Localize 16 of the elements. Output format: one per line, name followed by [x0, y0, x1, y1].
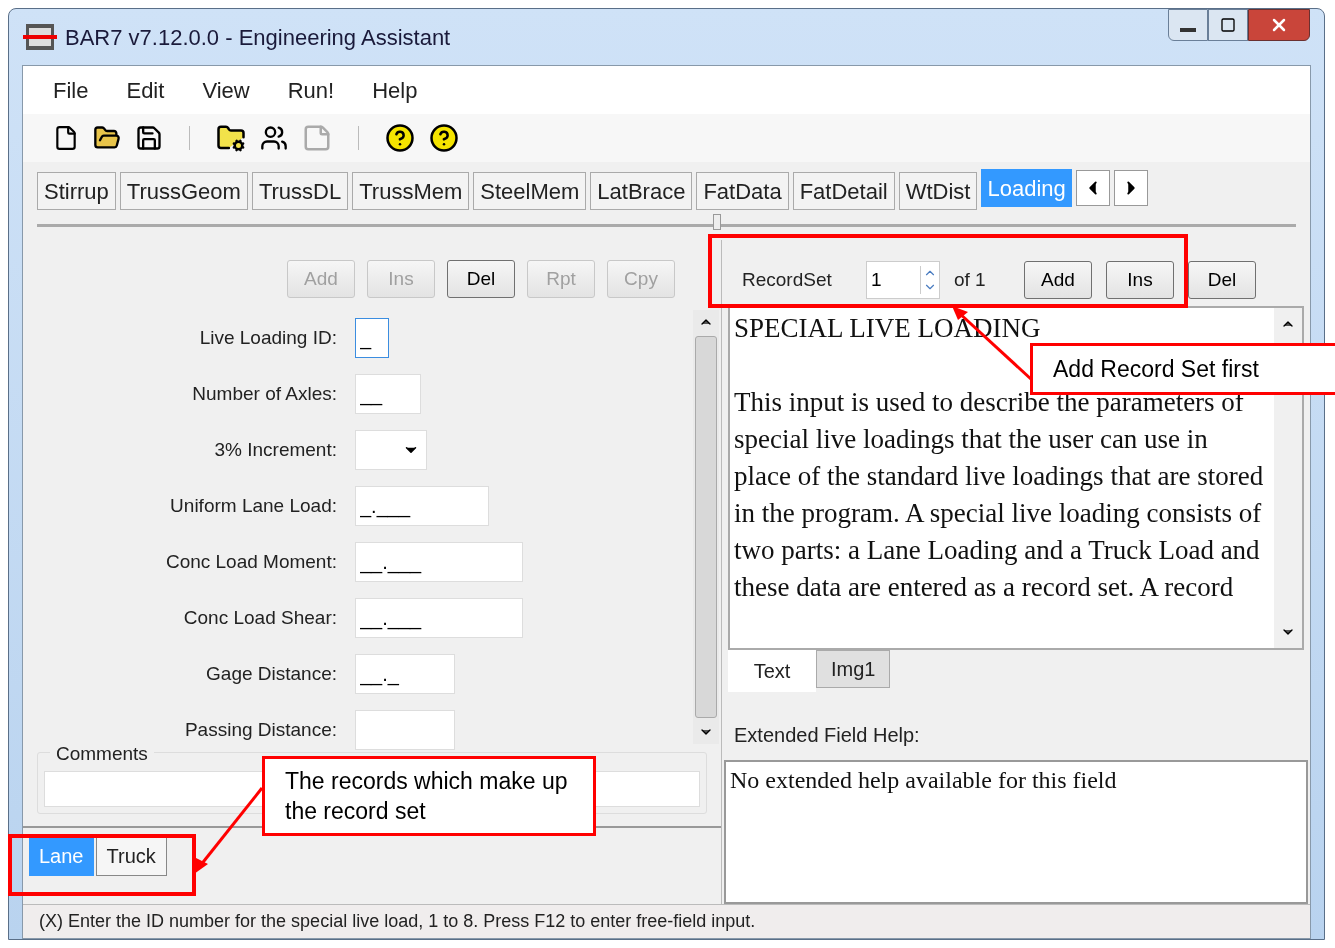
field-label: Passing Distance:: [183, 717, 338, 742]
window-title: BAR7 v7.12.0.0 - Engineering Assistant: [65, 23, 451, 52]
field-label: Uniform Lane Load:: [169, 493, 338, 518]
field-label: Conc Load Shear:: [182, 605, 338, 630]
callout-text: Add Record Set first: [1053, 354, 1259, 384]
status-text: (X) Enter the ID number for the special live load, 1 to 8. Press F12 to enter free-field input.: [39, 910, 756, 933]
field-label: 3% Increment:: [213, 437, 338, 462]
extended-help-label: Extended Field Help:: [734, 723, 921, 748]
callout-text: The records which make up the record set: [285, 767, 569, 826]
field-label: Conc Load Moment:: [164, 549, 338, 574]
recordset-label: RecordSet: [742, 267, 833, 292]
field-label: Gage Distance:: [205, 661, 338, 686]
recordset-count: of 1: [954, 267, 987, 292]
field-label: Number of Axles:: [191, 381, 338, 406]
field-label: Live Loading ID:: [198, 325, 338, 350]
extended-help-text: No extended help available for this field: [730, 767, 1117, 793]
